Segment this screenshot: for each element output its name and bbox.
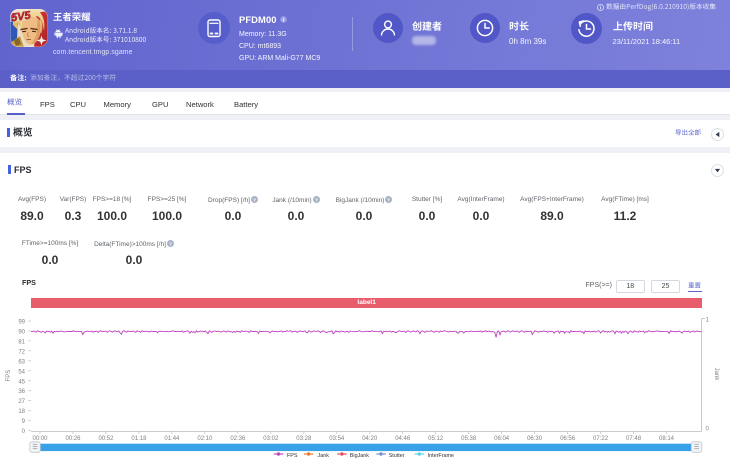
svg-text:1: 1 xyxy=(706,318,710,324)
svg-text:00:26: 00:26 xyxy=(65,436,81,442)
svg-text:01:44: 01:44 xyxy=(164,436,180,442)
svg-text:Stutter: Stutter xyxy=(389,453,405,459)
svg-text:08:14: 08:14 xyxy=(659,436,675,442)
svg-text:Jank: Jank xyxy=(318,453,330,459)
svg-text:02:36: 02:36 xyxy=(230,436,246,442)
svg-text:36: 36 xyxy=(18,389,25,395)
svg-text:02:10: 02:10 xyxy=(197,436,213,442)
svg-text:03:54: 03:54 xyxy=(329,436,345,442)
svg-text:BigJank: BigJank xyxy=(350,453,369,459)
svg-text:00:52: 00:52 xyxy=(98,436,114,442)
svg-text:FPS: FPS xyxy=(6,370,12,382)
svg-text:07:22: 07:22 xyxy=(593,436,609,442)
svg-text:01:18: 01:18 xyxy=(131,436,147,442)
svg-text:?: ? xyxy=(169,241,172,247)
svg-text:07:48: 07:48 xyxy=(626,436,642,442)
svg-text:18: 18 xyxy=(18,409,25,415)
svg-text:Jank: Jank xyxy=(713,368,719,382)
svg-text:54: 54 xyxy=(18,369,25,375)
svg-text:06:56: 06:56 xyxy=(560,436,576,442)
svg-text:9: 9 xyxy=(22,419,26,425)
svg-text:27: 27 xyxy=(18,399,25,405)
svg-text:04:20: 04:20 xyxy=(362,436,378,442)
svg-text:0: 0 xyxy=(706,427,710,433)
svg-text:99: 99 xyxy=(18,320,25,326)
svg-text:06:30: 06:30 xyxy=(527,436,543,442)
svg-text:04:46: 04:46 xyxy=(395,436,411,442)
svg-text:45: 45 xyxy=(18,379,25,385)
svg-text:63: 63 xyxy=(18,359,25,365)
svg-text:81: 81 xyxy=(18,339,25,345)
svg-text:FPS: FPS xyxy=(287,453,298,459)
svg-text:05:38: 05:38 xyxy=(461,436,477,442)
svg-text:03:02: 03:02 xyxy=(263,436,279,442)
svg-text:00:00: 00:00 xyxy=(32,436,48,442)
svg-text:72: 72 xyxy=(18,349,25,355)
svg-text:0: 0 xyxy=(22,429,26,435)
svg-text:90: 90 xyxy=(18,330,25,336)
svg-text:05:12: 05:12 xyxy=(428,436,444,442)
svg-text:06:04: 06:04 xyxy=(494,436,510,442)
svg-text:03:28: 03:28 xyxy=(296,436,312,442)
svg-text:InterFrame: InterFrame xyxy=(428,453,454,459)
